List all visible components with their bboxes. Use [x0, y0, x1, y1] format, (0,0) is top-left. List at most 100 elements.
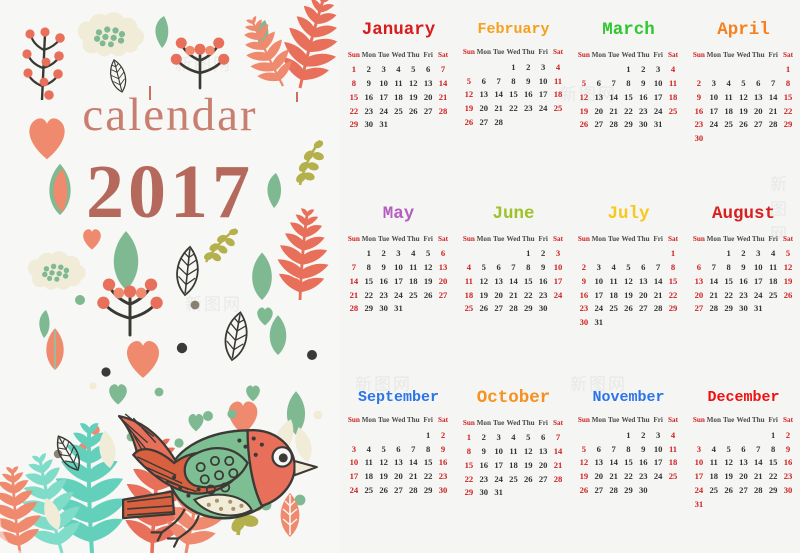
day-cell[interactable]: 27	[421, 104, 436, 118]
day-cell[interactable]: 16	[736, 274, 751, 288]
day-cell[interactable]: 5	[577, 76, 592, 90]
day-cell[interactable]: 13	[436, 260, 451, 274]
day-cell[interactable]: 18	[551, 88, 566, 102]
day-cell[interactable]: 10	[536, 74, 551, 88]
day-cell[interactable]: 22	[781, 104, 796, 118]
day-cell[interactable]: 1	[621, 63, 636, 77]
month-block-august[interactable]: August Sun Mon Tue Wed Thu Fri Sat 1 2 3 4 5 6 7 8 9 10 11…	[685, 184, 800, 368]
day-cell[interactable]: 6	[591, 442, 606, 456]
day-cell[interactable]: 17	[551, 274, 566, 288]
day-cell[interactable]: 31	[751, 302, 766, 316]
day-cell[interactable]: 28	[551, 472, 566, 486]
day-cell[interactable]: 26	[421, 288, 436, 302]
day-cell[interactable]: 9	[636, 76, 651, 90]
day-cell[interactable]: 11	[361, 456, 376, 470]
day-cell[interactable]: 25	[721, 118, 736, 132]
month-block-january[interactable]: January Sun Mon Tue Wed Thu Fri Sat 1 2 3 4 5 6 7 8 9 10 1…	[340, 0, 455, 184]
day-cell[interactable]: 13	[751, 90, 766, 104]
day-cell[interactable]: 24	[551, 288, 566, 302]
day-cell[interactable]: 17	[536, 88, 551, 102]
day-cell[interactable]: 11	[551, 74, 566, 88]
day-cell[interactable]: 29	[666, 302, 681, 316]
day-cell[interactable]: 20	[476, 102, 491, 116]
day-cell[interactable]: 6	[491, 260, 506, 274]
day-cell[interactable]: 2	[521, 60, 536, 74]
day-cell[interactable]: 10	[651, 442, 666, 456]
day-cell[interactable]: 13	[476, 88, 491, 102]
day-cell[interactable]: 6	[476, 74, 491, 88]
month-block-october[interactable]: October Sun Mon Tue Wed Thu Fri Sat 1 2 3 4 5 6 7 8 9 10 1…	[455, 368, 570, 552]
day-cell[interactable]: 27	[391, 483, 406, 497]
day-cell[interactable]: 8	[521, 260, 536, 274]
day-cell[interactable]: 8	[666, 260, 681, 274]
day-cell[interactable]: 15	[347, 90, 362, 104]
day-cell[interactable]: 8	[621, 442, 636, 456]
day-cell[interactable]: 22	[621, 470, 636, 484]
day-cell[interactable]: 18	[406, 274, 421, 288]
day-cell[interactable]: 23	[521, 102, 536, 116]
day-cell[interactable]: 4	[391, 63, 406, 77]
day-cell[interactable]: 24	[751, 288, 766, 302]
day-cell[interactable]: 4	[551, 60, 566, 74]
day-cell[interactable]: 21	[706, 288, 721, 302]
day-cell[interactable]: 7	[406, 442, 421, 456]
day-cell[interactable]: 27	[436, 288, 451, 302]
day-cell[interactable]: 25	[391, 104, 406, 118]
day-cell[interactable]: 21	[551, 458, 566, 472]
day-cell[interactable]: 18	[666, 90, 681, 104]
day-cell[interactable]: 3	[376, 63, 391, 77]
day-cell[interactable]: 20	[436, 274, 451, 288]
day-cell[interactable]: 6	[692, 260, 707, 274]
day-cell[interactable]: 25	[462, 302, 477, 316]
day-cell[interactable]: 25	[766, 288, 781, 302]
day-cell[interactable]: 25	[666, 104, 681, 118]
day-cell[interactable]: 9	[436, 442, 451, 456]
day-cell[interactable]: 4	[506, 431, 521, 445]
day-cell[interactable]: 10	[551, 260, 566, 274]
day-cell[interactable]: 9	[736, 260, 751, 274]
day-cell[interactable]: 6	[391, 442, 406, 456]
day-cell[interactable]: 25	[406, 288, 421, 302]
day-cell[interactable]: 28	[606, 483, 621, 497]
day-cell[interactable]: 17	[751, 274, 766, 288]
day-cell[interactable]: 22	[666, 288, 681, 302]
day-cell[interactable]: 2	[781, 428, 796, 442]
day-cell[interactable]: 29	[521, 302, 536, 316]
day-cell[interactable]: 22	[361, 288, 376, 302]
day-cell[interactable]: 14	[766, 90, 781, 104]
day-cell[interactable]: 17	[651, 456, 666, 470]
day-cell[interactable]: 31	[591, 316, 606, 330]
day-cell[interactable]: 16	[636, 90, 651, 104]
day-cell[interactable]: 5	[521, 431, 536, 445]
day-cell[interactable]: 28	[751, 483, 766, 497]
day-cell[interactable]: 22	[521, 288, 536, 302]
day-cell[interactable]: 15	[361, 274, 376, 288]
day-cell[interactable]: 30	[636, 118, 651, 132]
day-cell[interactable]: 18	[766, 274, 781, 288]
day-cell[interactable]: 5	[476, 260, 491, 274]
day-cell[interactable]: 12	[781, 260, 796, 274]
month-block-july[interactable]: July Sun Mon Tue Wed Thu Fri Sat 1 2 3 4 5 6 7 8 9 10 11 12…	[570, 184, 685, 368]
day-cell[interactable]: 22	[721, 288, 736, 302]
day-cell[interactable]: 13	[591, 456, 606, 470]
day-cell[interactable]: 8	[462, 444, 477, 458]
day-cell[interactable]: 24	[391, 288, 406, 302]
month-block-november[interactable]: November Sun Mon Tue Wed Thu Fri Sat 1 2 3 4 5 6 7 8 9 10…	[570, 368, 685, 552]
day-cell[interactable]: 17	[692, 470, 707, 484]
day-cell[interactable]: 24	[706, 118, 721, 132]
day-cell[interactable]: 1	[506, 60, 521, 74]
day-cell[interactable]: 16	[536, 274, 551, 288]
day-cell[interactable]: 14	[406, 456, 421, 470]
day-cell[interactable]: 24	[651, 104, 666, 118]
day-cell[interactable]: 14	[651, 274, 666, 288]
day-cell[interactable]: 3	[391, 247, 406, 261]
day-cell[interactable]: 10	[347, 456, 362, 470]
day-cell[interactable]: 23	[736, 288, 751, 302]
day-cell[interactable]: 25	[506, 472, 521, 486]
day-cell[interactable]: 2	[577, 260, 592, 274]
day-cell[interactable]: 26	[621, 302, 636, 316]
day-cell[interactable]: 15	[621, 456, 636, 470]
day-cell[interactable]: 12	[577, 456, 592, 470]
day-cell[interactable]: 28	[506, 302, 521, 316]
day-cell[interactable]: 26	[376, 483, 391, 497]
